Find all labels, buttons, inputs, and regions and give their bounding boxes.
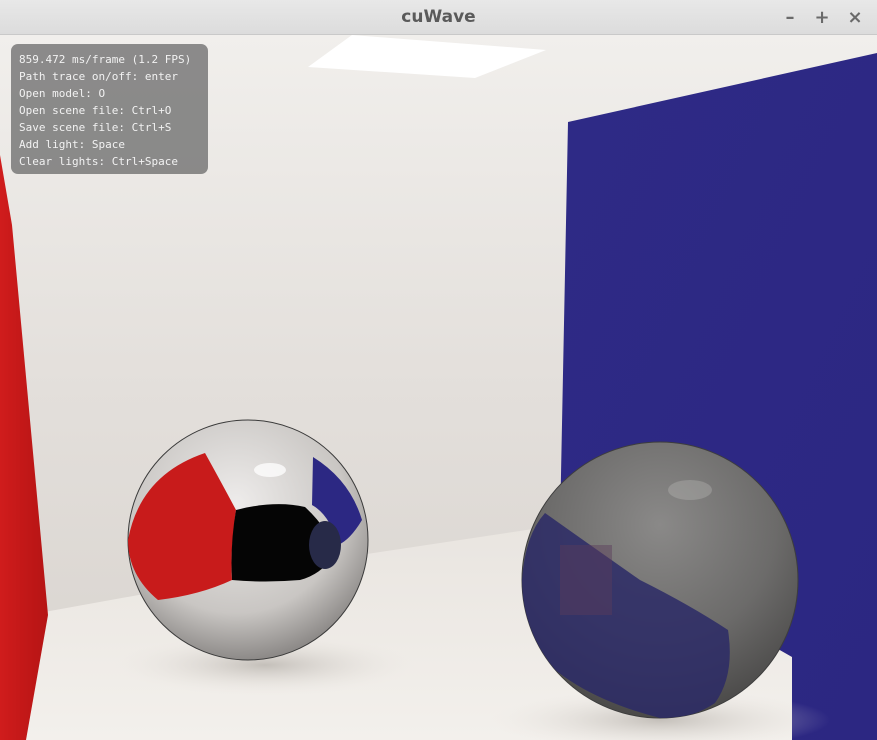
hud-save-scene-hint: Save scene file: Ctrl+S	[19, 121, 172, 134]
hud-open-model-hint: Open model: O	[19, 87, 106, 100]
close-button[interactable]: ×	[843, 6, 867, 30]
mirror-sphere	[127, 419, 369, 661]
window-title: cuWave	[401, 7, 476, 27]
hud-open-scene-hint: Open scene file: Ctrl+O	[19, 104, 172, 117]
title-bar[interactable]: cuWave – + ×	[0, 0, 877, 35]
maximize-button[interactable]: +	[810, 6, 834, 30]
render-viewport[interactable]: 859.472 ms/frame (1.2 FPS) Path trace on…	[0, 35, 877, 740]
hud-add-light-hint: Add light: Space	[19, 138, 125, 151]
hud-overlay: 859.472 ms/frame (1.2 FPS) Path trace on…	[11, 44, 208, 174]
hud-clear-lights-hint: Clear lights: Ctrl+Space	[19, 155, 178, 168]
hud-path-trace-hint: Path trace on/off: enter	[19, 70, 178, 83]
hud-fps: 859.472 ms/frame (1.2 FPS)	[19, 53, 192, 66]
minimize-button[interactable]: –	[778, 6, 802, 30]
app-window: cuWave – + × 859.472 ms/frame (1.2 FPS) …	[0, 0, 877, 740]
glossy-sphere	[521, 441, 799, 719]
